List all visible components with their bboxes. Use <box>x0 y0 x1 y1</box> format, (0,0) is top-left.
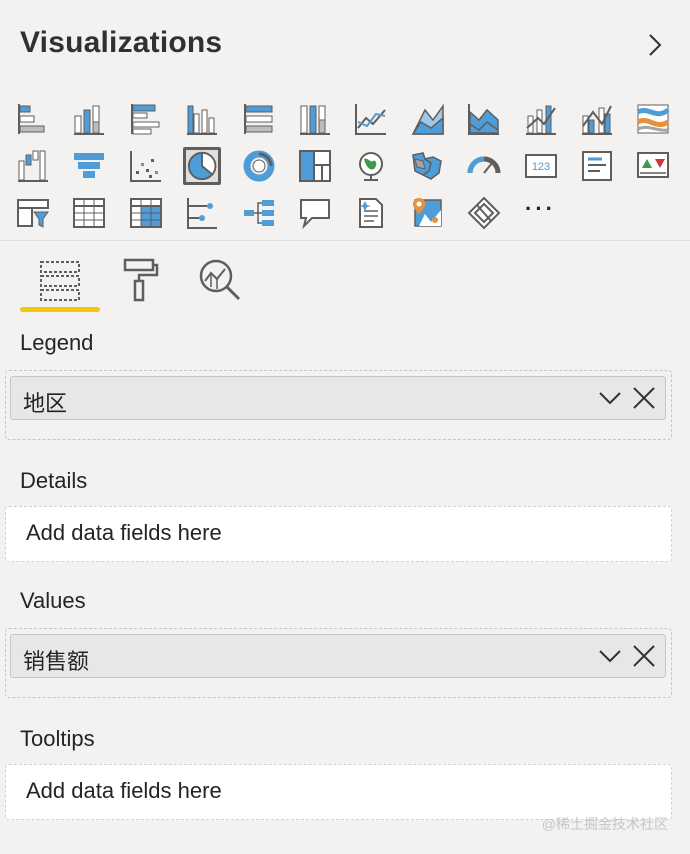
legend-well[interactable]: 地区 <box>5 370 672 440</box>
100-percent-stacked-column-chart-icon[interactable] <box>296 100 334 138</box>
map-icon[interactable] <box>352 147 390 185</box>
details-placeholder: Add data fields here <box>26 520 222 545</box>
format-tab-icon <box>123 258 159 302</box>
collapse-pane-button[interactable] <box>640 30 670 60</box>
chevron-down-icon[interactable] <box>595 383 625 413</box>
analytics-tab-icon <box>199 259 241 301</box>
chevron-down-icon[interactable] <box>595 641 625 671</box>
values-well[interactable]: 销售额 <box>5 628 672 698</box>
kpi-icon[interactable] <box>634 147 672 185</box>
multi-row-card-icon[interactable] <box>578 147 616 185</box>
format-tab[interactable] <box>100 252 180 308</box>
smart-narrative-icon[interactable] <box>352 194 390 232</box>
values-label: Values <box>20 588 86 613</box>
line-and-clustered-column-chart-icon[interactable] <box>578 100 616 138</box>
pie-chart-icon[interactable] <box>183 147 222 185</box>
decomposition-tree-icon[interactable] <box>240 194 278 232</box>
stacked-area-chart-icon[interactable] <box>465 100 503 138</box>
line-chart-icon[interactable] <box>352 100 390 138</box>
chevron-right-icon <box>649 34 662 56</box>
waterfall-chart-icon[interactable] <box>14 147 52 185</box>
fields-tab[interactable] <box>20 252 100 308</box>
area-chart-icon[interactable] <box>409 100 447 138</box>
card-icon[interactable]: 123 <box>522 147 560 185</box>
stacked-bar-chart-icon[interactable] <box>14 100 52 138</box>
legend-field-name: 地区 <box>23 391 68 416</box>
details-label: Details <box>20 468 88 493</box>
close-icon[interactable] <box>629 383 659 413</box>
tooltips-label: Tooltips <box>20 726 95 751</box>
clustered-bar-chart-icon[interactable] <box>127 100 165 138</box>
legend-label: Legend <box>20 330 94 355</box>
tooltips-placeholder: Add data fields here <box>26 778 222 803</box>
values-field-name: 销售额 <box>23 649 90 674</box>
watermark: @稀土掘金技术社区 <box>541 816 668 832</box>
slicer-icon[interactable] <box>14 194 52 232</box>
donut-chart-icon[interactable] <box>240 147 278 185</box>
scatter-chart-icon[interactable] <box>127 147 165 185</box>
visual-gallery: 123 ··· <box>14 100 690 241</box>
page-title: Visualizations <box>20 26 223 59</box>
tooltips-well[interactable]: Add data fields here <box>5 764 672 820</box>
fields-tab-icon <box>40 261 80 301</box>
svg-text:123: 123 <box>531 161 549 173</box>
key-influencers-icon[interactable] <box>183 194 221 232</box>
treemap-icon[interactable] <box>296 147 334 185</box>
clustered-column-chart-icon[interactable] <box>183 100 221 138</box>
stacked-column-chart-icon[interactable] <box>70 100 108 138</box>
visual-row: 123 <box>14 147 690 185</box>
filled-map-icon[interactable] <box>409 147 447 185</box>
more-visuals-label: ··· <box>525 196 556 221</box>
legend-field-pill[interactable]: 地区 <box>10 376 666 420</box>
table-icon[interactable] <box>70 194 108 232</box>
visual-row <box>14 100 690 138</box>
values-field-pill[interactable]: 销售额 <box>10 634 666 678</box>
ribbon-chart-icon[interactable] <box>634 100 672 138</box>
line-and-stacked-column-chart-icon[interactable] <box>522 100 560 138</box>
more-visuals-icon[interactable]: ··· <box>522 194 560 232</box>
active-tab-indicator <box>20 307 100 312</box>
qa-icon[interactable] <box>296 194 334 232</box>
funnel-icon[interactable] <box>70 147 108 185</box>
gauge-icon[interactable] <box>465 147 503 185</box>
visual-row: ··· <box>14 194 690 232</box>
power-apps-icon[interactable] <box>465 194 503 232</box>
close-icon[interactable] <box>629 641 659 671</box>
100-percent-stacked-bar-chart-icon[interactable] <box>240 100 278 138</box>
details-well[interactable]: Add data fields here <box>5 506 672 562</box>
matrix-icon[interactable] <box>127 194 165 232</box>
analytics-tab[interactable] <box>180 252 260 308</box>
arcgis-map-icon[interactable] <box>409 194 447 232</box>
divider <box>0 240 690 241</box>
